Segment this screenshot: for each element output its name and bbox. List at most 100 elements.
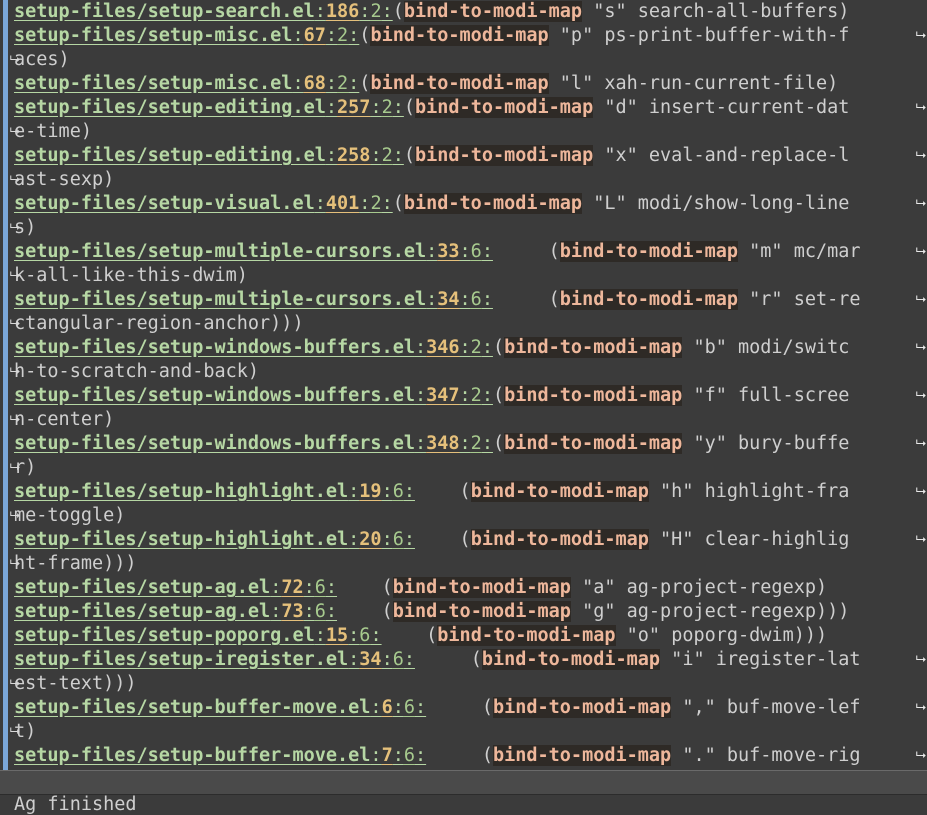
continuation-line: ⮡ k-all-like-this-dwim) [0, 264, 927, 288]
wrap-marker-icon: ⮡ [9, 52, 21, 67]
result-column-number: 6 [470, 241, 482, 262]
result-line[interactable]: setup-files/setup-editing.el:257:2:(bind… [0, 96, 927, 120]
result-column-number: 6 [314, 577, 326, 598]
result-gap [493, 241, 549, 262]
result-separator: : [348, 73, 360, 94]
result-separator: : [348, 481, 360, 502]
continuation-line: ⮡ ht-frame))) [0, 552, 927, 576]
result-line[interactable]: setup-files/setup-misc.el:67:2:(bind-to-… [0, 24, 927, 48]
continuation-text: aces) [14, 49, 70, 70]
result-line[interactable]: setup-files/setup-poporg.el:15:6: (bind-… [0, 624, 927, 648]
result-column-number: 6 [392, 481, 404, 502]
wrap-marker-icon: ⮡ [9, 220, 21, 235]
wrap-marker-icon: ⮡ [9, 124, 21, 139]
result-separator: : [392, 97, 404, 118]
continuation-line: ⮡ est-text))) [0, 672, 927, 696]
ag-results-buffer[interactable]: setup-files/setup-search.el:186:2:(bind-… [0, 0, 927, 770]
result-line[interactable]: setup-files/setup-highlight.el:19:6: (bi… [0, 480, 927, 504]
result-file-path: setup-files/setup-visual.el [14, 193, 315, 214]
result-text: "p" ps-print-buffer-with-f [548, 25, 850, 46]
result-file-path: setup-files/setup-misc.el [14, 73, 293, 94]
result-column-number: 6 [392, 529, 404, 550]
vertical-scrollbar[interactable] [3, 0, 8, 770]
result-line[interactable]: setup-files/setup-windows-buffers.el:346… [0, 336, 927, 360]
result-separator: : [292, 73, 304, 94]
modeline[interactable]: 1: 0 UR-*ag search* Top [Ag]:exit [0] km… [0, 770, 927, 795]
result-line-number: 347 [426, 385, 460, 406]
result-text: "l" xah-run-current-file) [548, 73, 839, 94]
result-prefix: ( [392, 1, 404, 22]
result-match: bind-to-modi-map [392, 601, 571, 622]
continuation-line: ⮡ h-to-scratch-and-back) [0, 360, 927, 384]
result-line[interactable]: setup-files/setup-visual.el:401:2:(bind-… [0, 192, 927, 216]
result-prefix: ( [481, 697, 493, 718]
result-line[interactable]: setup-files/setup-multiple-cursors.el:33… [0, 240, 927, 264]
result-text: "a" ag-project-regexp) [570, 577, 828, 598]
result-file-path: setup-files/setup-windows-buffers.el [14, 337, 415, 358]
wrap-marker-icon: ⮡ [9, 412, 21, 427]
continuation-text: ctangular-region-anchor))) [14, 313, 304, 334]
result-separator: : [403, 481, 415, 502]
result-line-number: 348 [426, 433, 460, 454]
continuation-line: ⮡ r) [0, 456, 927, 480]
wrap-marker-icon: ⮡ [9, 676, 21, 691]
result-separator: : [348, 625, 360, 646]
result-line[interactable]: setup-files/setup-misc.el:68:2:(bind-to-… [0, 72, 927, 96]
continuation-line: ⮡ n-center) [0, 408, 927, 432]
wrap-marker-icon: ⮡ [915, 28, 927, 43]
result-file-path: setup-files/setup-windows-buffers.el [14, 433, 415, 454]
result-line[interactable]: setup-files/setup-search.el:186:2:(bind-… [0, 0, 927, 24]
continuation-line: ⮡ s) [0, 216, 927, 240]
result-column-number: 6 [359, 625, 371, 646]
result-text: "o" poporg-dwim))) [615, 625, 828, 646]
result-gap [426, 697, 482, 718]
result-gap [337, 577, 382, 598]
result-separator: : [370, 145, 382, 166]
result-separator: : [381, 481, 393, 502]
result-match: bind-to-modi-map [559, 241, 739, 262]
result-line-number: 186 [325, 1, 360, 22]
result-column-number: 6 [392, 649, 404, 670]
result-column-number: 2 [337, 73, 349, 94]
result-line[interactable]: setup-files/setup-buffer-move.el:7:6: (b… [0, 744, 927, 768]
result-file-path: setup-files/setup-windows-buffers.el [14, 385, 415, 406]
continuation-line: ⮡ ctangular-region-anchor))) [0, 312, 927, 336]
result-separator: : [459, 241, 471, 262]
result-line-number: 72 [281, 577, 304, 598]
echo-area: Ag finished [0, 795, 927, 815]
result-separator: : [303, 577, 315, 598]
result-file-path: setup-files/setup-misc.el [14, 25, 293, 46]
result-separator: : [481, 433, 493, 454]
result-line[interactable]: setup-files/setup-editing.el:258:2:(bind… [0, 144, 927, 168]
result-line[interactable]: setup-files/setup-ag.el:72:6: (bind-to-m… [0, 576, 927, 600]
result-separator: : [359, 1, 371, 22]
result-file-path: setup-files/setup-search.el [14, 1, 315, 22]
result-separator: : [459, 433, 471, 454]
result-text: "m" mc/mar [738, 241, 861, 262]
result-file-path: setup-files/setup-poporg.el [14, 625, 315, 646]
result-separator: : [325, 97, 338, 118]
result-line[interactable]: setup-files/setup-highlight.el:20:6: (bi… [0, 528, 927, 552]
result-prefix: ( [492, 385, 505, 406]
result-text: "b" modi/switc [682, 337, 850, 358]
result-line[interactable]: setup-files/setup-ag.el:73:6: (bind-to-m… [0, 600, 927, 624]
continuation-line: ⮡ e-time) [0, 120, 927, 144]
result-separator: : [481, 337, 493, 358]
result-line[interactable]: setup-files/setup-buffer-move.el:6:6: (b… [0, 696, 927, 720]
result-separator: : [392, 745, 404, 766]
result-line[interactable]: setup-files/setup-multiple-cursors.el:34… [0, 288, 927, 312]
result-text: "g" ag-project-regexp))) [570, 601, 850, 622]
result-separator: : [481, 385, 493, 406]
wrap-marker-icon: ⮡ [915, 748, 927, 763]
result-match: bind-to-modi-map [492, 697, 672, 718]
result-prefix: ( [426, 625, 438, 646]
result-line-number: 346 [426, 337, 460, 358]
result-line[interactable]: setup-files/setup-windows-buffers.el:348… [0, 432, 927, 456]
result-gap [415, 529, 460, 550]
result-line-number: 67 [303, 25, 326, 46]
result-line[interactable]: setup-files/setup-windows-buffers.el:347… [0, 384, 927, 408]
result-line[interactable]: setup-files/setup-iregister.el:34:6: (bi… [0, 648, 927, 672]
result-separator: : [359, 193, 371, 214]
result-match: bind-to-modi-map [403, 193, 583, 214]
result-line-number: 7 [381, 745, 393, 766]
